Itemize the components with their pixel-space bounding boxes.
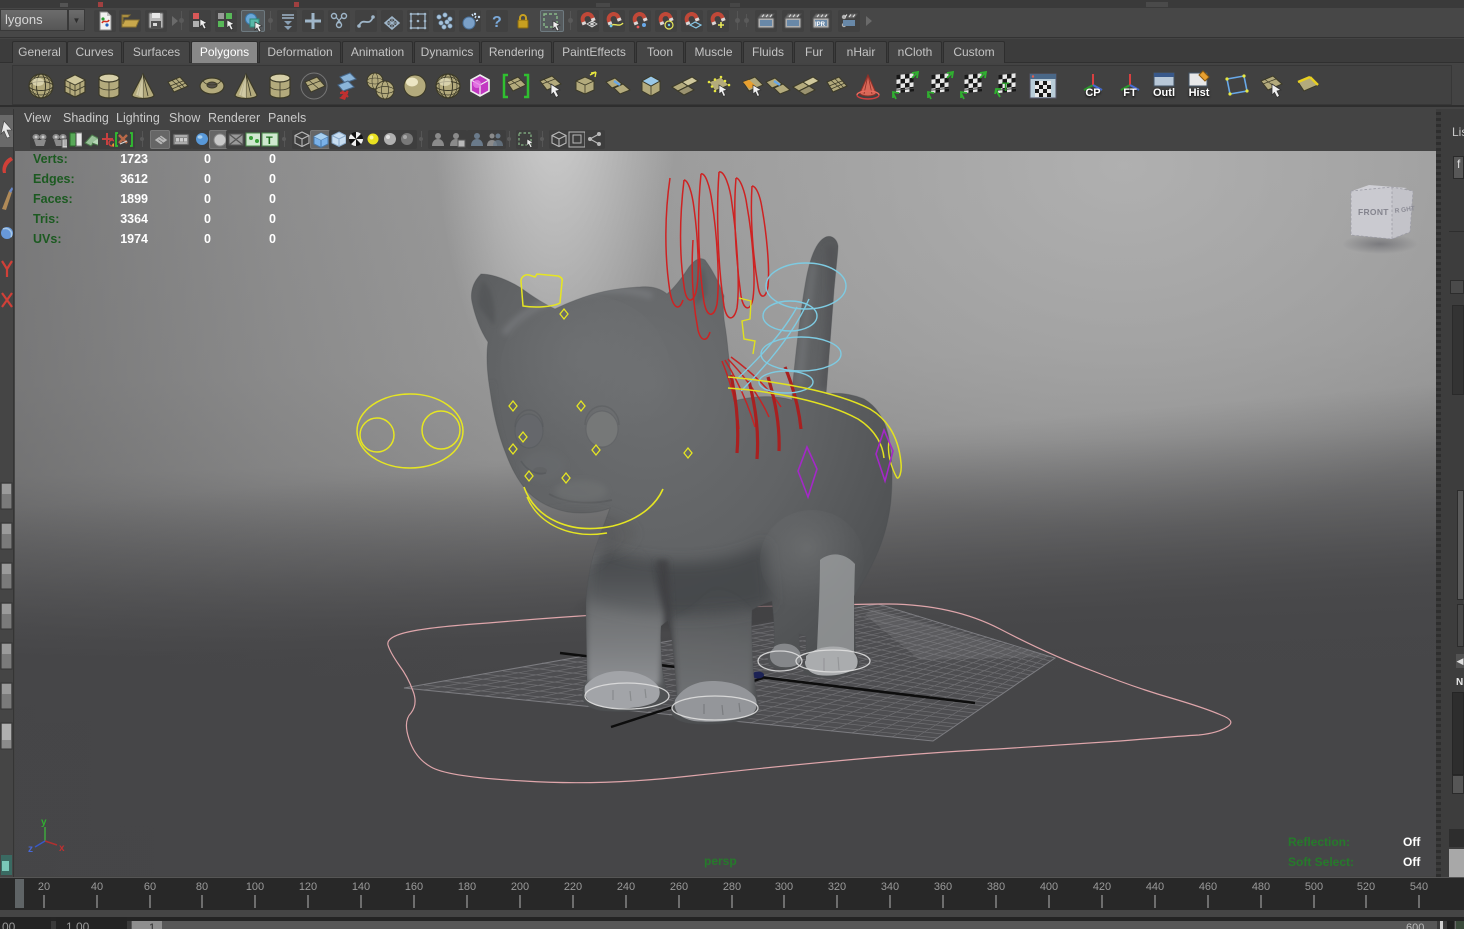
svg-text:y: y <box>41 817 47 828</box>
svg-text:x: x <box>59 843 65 854</box>
svg-text:z: z <box>28 844 33 855</box>
svg-text:T: T <box>1002 80 1010 94</box>
svg-text:R GHT: R GHT <box>1394 205 1415 215</box>
svg-text:T: T <box>266 135 273 147</box>
svg-text:IPR: IPR <box>815 22 826 28</box>
svg-text:?: ? <box>492 14 502 31</box>
svg-text:FRONT: FRONT <box>1358 207 1389 217</box>
